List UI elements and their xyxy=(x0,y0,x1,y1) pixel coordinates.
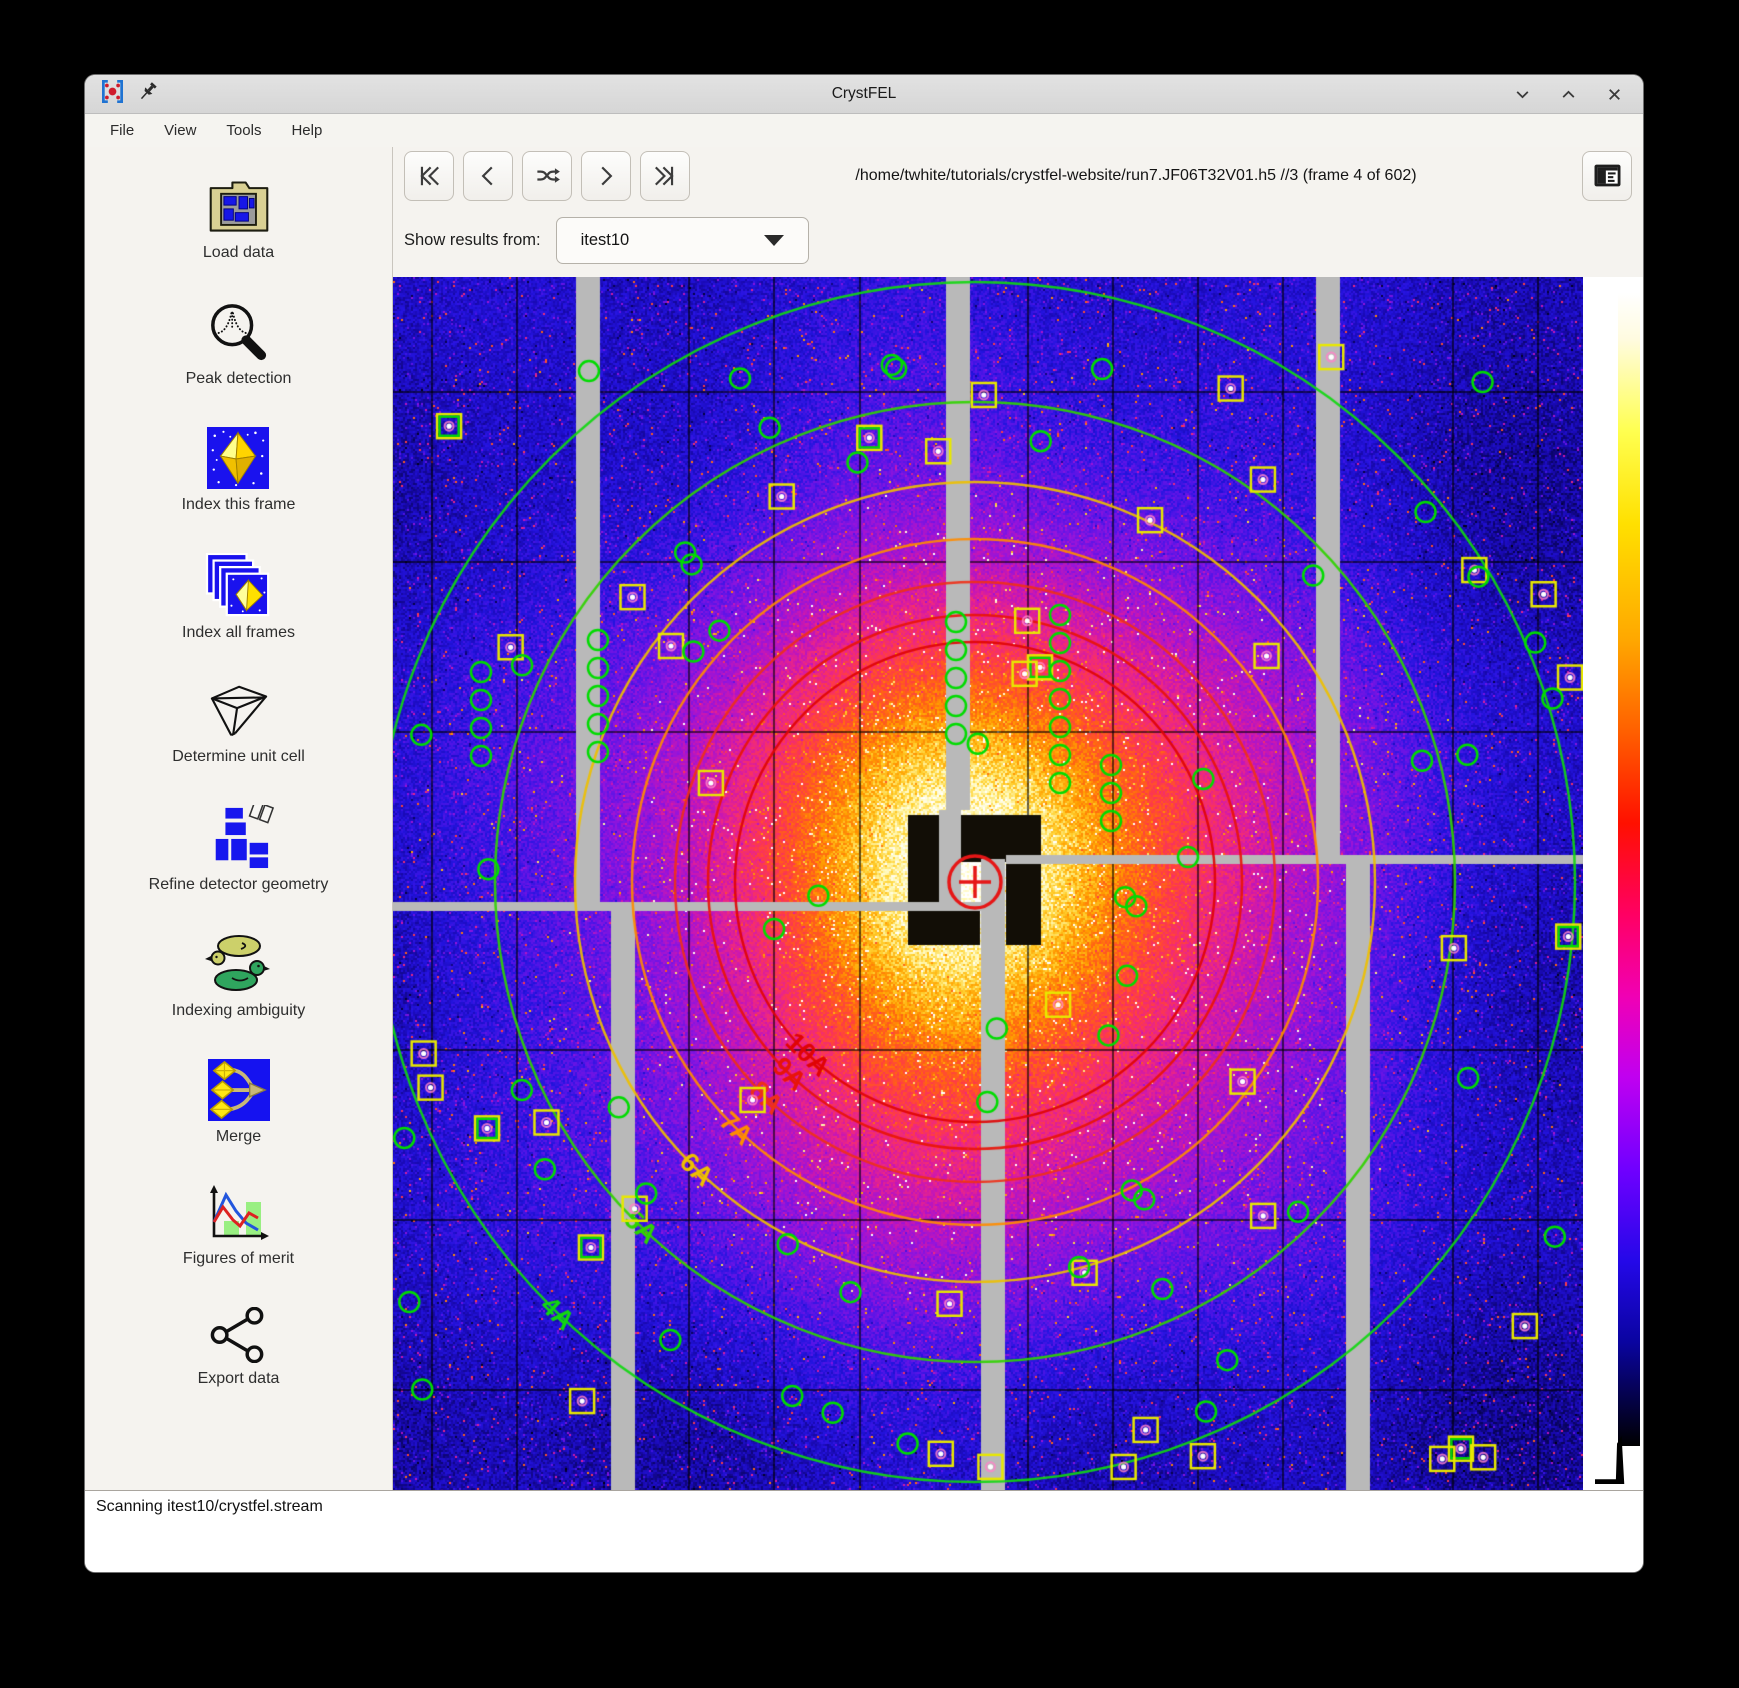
sidebar-item-label: Index all frames xyxy=(182,624,295,641)
menu-view[interactable]: View xyxy=(149,118,211,143)
intensity-colorbar xyxy=(1583,277,1643,1490)
sidebar-item-label: Indexing ambiguity xyxy=(171,1002,306,1019)
panel-toggle-button[interactable] xyxy=(1582,150,1632,201)
previous-frame-button[interactable] xyxy=(463,150,513,201)
merge-icon xyxy=(207,1059,270,1121)
sidebar-item-label: Determine unit cell xyxy=(172,748,305,765)
frame-toolbar: /home/twhite/tutorials/crystfel-website/… xyxy=(393,147,1643,204)
window-title: CrystFEL xyxy=(831,85,897,102)
ducks-icon xyxy=(205,933,271,995)
app-icon xyxy=(99,78,126,110)
colorbar-gradient xyxy=(1618,293,1640,1446)
sidebar-item-refine-detector-geometry[interactable]: Refine detector geometry xyxy=(148,805,329,894)
sidebar-item-peak-detection[interactable]: Peak detection xyxy=(185,301,292,388)
statusbar: Scanning itest10/crystfel.stream xyxy=(85,1490,1643,1572)
sidebar-item-determine-unit-cell[interactable]: Determine unit cell xyxy=(172,681,305,766)
sidebar-item-label: Refine detector geometry xyxy=(148,876,329,893)
first-frame-button[interactable] xyxy=(404,150,454,201)
next-frame-button[interactable] xyxy=(581,150,631,201)
image-row xyxy=(393,277,1643,1490)
detector-panels-icon xyxy=(204,805,274,869)
sidebar-item-indexing-ambiguity[interactable]: Indexing ambiguity xyxy=(172,933,305,1020)
crystfel-window: CrystFEL File View Tools Help Load data … xyxy=(85,75,1643,1572)
diffraction-pattern-canvas[interactable] xyxy=(393,277,1583,1490)
results-label: Show results from: xyxy=(404,231,541,249)
folder-data-icon xyxy=(206,177,272,237)
minimize-button[interactable] xyxy=(1507,81,1537,107)
sidebar-item-label: Figures of merit xyxy=(182,1250,295,1267)
sidebar-item-label: Export data xyxy=(197,1370,280,1387)
sidebar-item-label: Load data xyxy=(202,244,275,261)
share-icon xyxy=(207,1307,269,1363)
magnifier-peak-icon xyxy=(207,301,269,363)
maximize-button[interactable] xyxy=(1553,81,1583,107)
close-button[interactable] xyxy=(1599,81,1629,107)
frame-path-label: /home/twhite/tutorials/crystfel-website/… xyxy=(855,166,1417,184)
sidebar-item-load-data[interactable]: Load data xyxy=(203,177,274,262)
unit-cell-icon xyxy=(204,681,274,741)
sidebar-item-merge[interactable]: Merge xyxy=(207,1059,270,1146)
results-dropdown[interactable]: itest10 xyxy=(555,217,809,264)
sidebar-item-figures-of-merit[interactable]: Figures of merit xyxy=(183,1185,294,1268)
chevron-down-icon xyxy=(763,235,784,246)
sidebar-item-export-data[interactable]: Export data xyxy=(197,1307,280,1388)
sidebar-item-index-all-frames[interactable]: Index all frames xyxy=(182,553,295,642)
crystal-stack-icon xyxy=(205,553,273,617)
titlebar: CrystFEL xyxy=(85,75,1643,114)
last-frame-button[interactable] xyxy=(640,150,690,201)
menu-file[interactable]: File xyxy=(95,118,149,143)
menubar: File View Tools Help xyxy=(85,114,1643,147)
chart-icon xyxy=(206,1185,270,1243)
sidebar-item-index-this-frame[interactable]: Index this frame xyxy=(181,427,296,514)
sidebar-item-label: Peak detection xyxy=(185,370,292,387)
menu-tools[interactable]: Tools xyxy=(211,118,276,143)
random-frame-button[interactable] xyxy=(522,150,572,201)
sidebar-item-label: Index this frame xyxy=(181,496,296,513)
menu-help[interactable]: Help xyxy=(276,118,337,143)
crystal-frame-icon xyxy=(207,427,270,489)
results-dropdown-value: itest10 xyxy=(580,231,630,249)
status-text: Scanning itest10/crystfel.stream xyxy=(96,1498,323,1515)
sidebar-item-label: Merge xyxy=(215,1128,262,1145)
viewer-pane: /home/twhite/tutorials/crystfel-website/… xyxy=(393,147,1643,1490)
results-bar: Show results from: itest10 xyxy=(393,204,1643,277)
pin-icon[interactable] xyxy=(138,81,160,108)
sidebar: Load data Peak detection Index this fram… xyxy=(85,147,393,1490)
diffraction-view[interactable] xyxy=(393,277,1583,1490)
